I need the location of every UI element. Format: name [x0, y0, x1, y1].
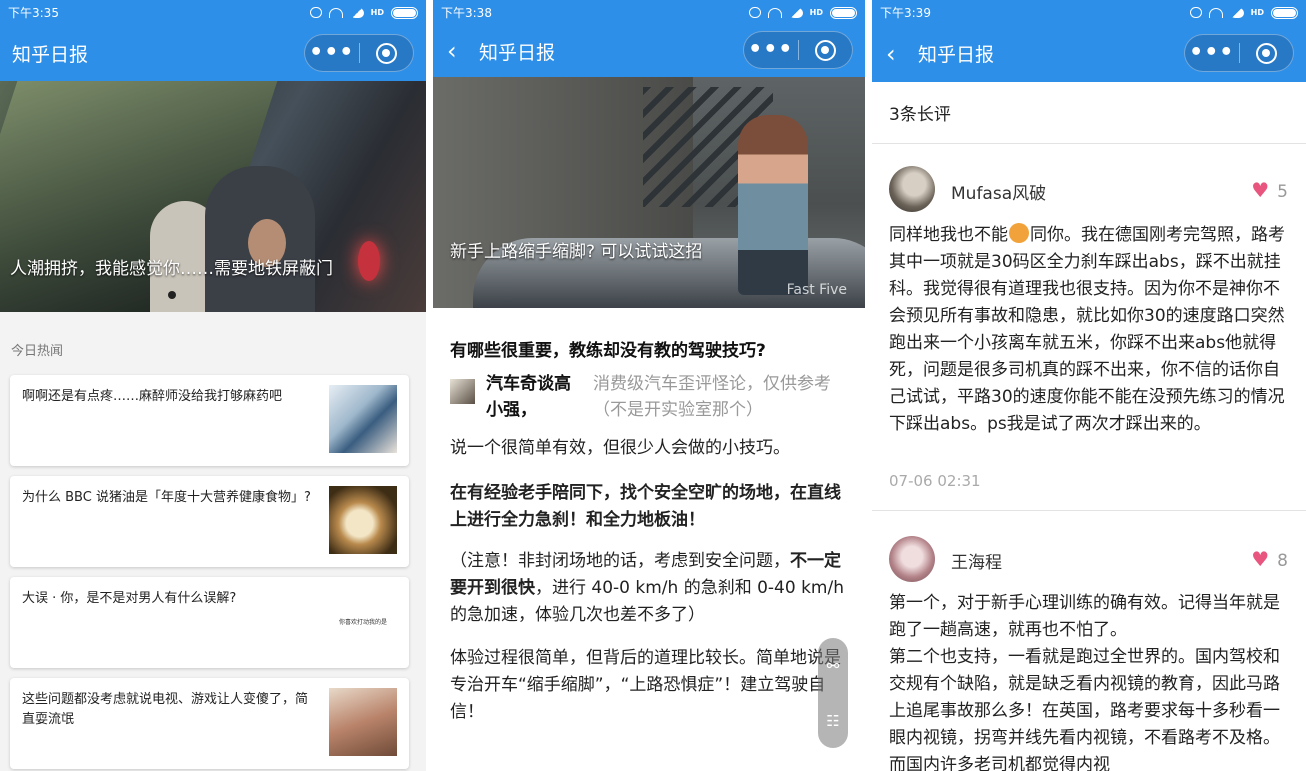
paragraph: 说一个很简单有效，但很少人会做的小技巧。 — [450, 438, 790, 458]
hero-banner[interactable]: 人潮拥挤，我能感觉你……需要地铁屏蔽门 — [0, 81, 426, 312]
thumbnail-image — [329, 486, 397, 554]
thumbnail-image — [329, 385, 397, 453]
author-row: 汽车奇谈高小强， 消费级汽车歪评怪论，仅供参考（不是开实验室那个） — [450, 371, 865, 425]
hd-icon: HD — [809, 7, 823, 17]
list-item[interactable]: 为什么 BBC 说猪油是「年度十大营养健康食物」? — [10, 476, 409, 567]
like-count[interactable]: ♥ 8 — [1251, 547, 1288, 571]
status-time: 下午3:35 — [8, 6, 59, 20]
hero-caption: 新手上路缩手缩脚? 可以试试这招 — [450, 242, 703, 262]
paragraph-bold: 在有经验老手陪同下，找个安全空旷的场地，在直线上进行全力急刹！和全力地板油！ — [450, 483, 841, 530]
more-menu-icon[interactable]: ••• — [305, 42, 359, 64]
battery-icon — [1271, 6, 1298, 19]
author-bio: 消费级汽车歪评怪论，仅供参考（不是开实验室那个） — [593, 374, 831, 420]
floating-toolbar[interactable]: ⚯ ☷ — [818, 638, 848, 748]
nav-bar: ‹ 知乎日报 ••• — [433, 25, 865, 77]
signal-icon — [788, 7, 803, 18]
avatar[interactable] — [889, 536, 935, 582]
alarm-icon — [309, 7, 322, 18]
commenter-name[interactable]: Mufasa风破 — [951, 179, 1046, 204]
screen-home: 下午3:35 HD 知乎日报 ••• 人潮拥挤，我能感觉你……需要地铁屏蔽门 今… — [0, 0, 426, 771]
comment-time: 07-06 02:31 — [889, 472, 981, 490]
thumbnail-image — [329, 688, 397, 756]
back-arrow-icon[interactable]: ‹ — [447, 39, 467, 63]
nav-title: 知乎日报 — [479, 41, 556, 64]
back-arrow-icon[interactable]: ‹ — [886, 42, 906, 66]
miniprogram-capsule: ••• — [1184, 34, 1294, 72]
comment-body: 同样地我也不能 同你。我在德国刚考完驾照，路考其中一项就是30码区全力刹车踩出ab… — [889, 223, 1285, 434]
battery-icon — [830, 6, 857, 19]
comment-item: 王海程 ♥ 8 第一个，对于新手心理训练的确有效。记得当年就是跑了一趟高速，就再也… — [872, 511, 1306, 771]
comment-item: Mufasa风破 ♥ 5 同样地我也不能 同你。我在德国刚考完驾照，路考其中一项就是… — [872, 144, 1306, 510]
status-time: 下午3:38 — [441, 6, 492, 20]
list-item[interactable]: 这些问题都没考虑就说电视、游戏让人变傻了，简直耍流氓 — [10, 678, 409, 769]
paragraph-note: （注意！非封闭场地的话，考虑到安全问题，不一定要开到很快，进行 40-0 km/… — [450, 551, 844, 625]
wifi-icon — [328, 7, 343, 18]
nav-title: 知乎日报 — [12, 43, 89, 66]
screen-article: 下午3:38 HD ‹ 知乎日报 ••• 新手上路缩手缩脚? 可以试试这招 Fa… — [433, 0, 865, 771]
battery-icon — [391, 6, 418, 19]
close-miniprogram-icon[interactable] — [360, 42, 414, 64]
alarm-icon — [748, 7, 761, 18]
miniprogram-capsule: ••• — [743, 31, 853, 69]
status-bar: 下午3:38 HD — [433, 0, 865, 25]
status-bar: 下午3:39 HD — [872, 0, 1306, 25]
comment-body: 第一个，对于新手心理训练的确有效。记得当年就是跑了一趟高速，就再也不怕了。 第二… — [889, 593, 1280, 771]
nav-bar: 知乎日报 ••• — [0, 25, 426, 81]
paragraph: 体验过程很简单，但背后的道理比较长。简单地说是专治开车“缩手缩脚”，“上路恐惧症… — [450, 648, 841, 722]
hd-icon: HD — [370, 7, 384, 17]
commenter-name[interactable]: 王海程 — [951, 548, 1002, 573]
heart-icon: ♥ — [1251, 547, 1270, 571]
section-label: 今日热闻 — [11, 344, 64, 359]
long-review-count: 3条长评 — [889, 105, 951, 125]
hero-caption: 人潮拥挤，我能感觉你……需要地铁屏蔽门 — [10, 259, 333, 279]
wifi-icon — [767, 7, 782, 18]
list-item[interactable]: 大误 · 你，是不是对男人有什么误解? 你喜欢打动我的是 — [10, 577, 409, 668]
list-item[interactable]: 啊啊还是有点疼……麻醉师没给我打够麻药吧 — [10, 375, 409, 466]
thumbnail-image: 你喜欢打动我的是 — [329, 587, 397, 655]
avatar[interactable] — [889, 166, 935, 212]
carousel-dot[interactable] — [168, 291, 176, 299]
nav-bar: ‹ 知乎日报 ••• — [872, 25, 1306, 82]
more-menu-icon[interactable]: ••• — [744, 39, 798, 61]
hd-icon: HD — [1250, 7, 1264, 17]
wifi-icon — [1208, 7, 1223, 18]
signal-icon — [1229, 7, 1244, 18]
avatar[interactable] — [450, 379, 475, 404]
close-miniprogram-icon[interactable] — [799, 39, 853, 61]
dog-emoji-icon — [1009, 223, 1029, 243]
like-count[interactable]: ♥ 5 — [1251, 178, 1288, 202]
signal-icon — [349, 7, 364, 18]
author-name: 汽车奇谈高小强， — [486, 374, 571, 420]
article-header-image: 新手上路缩手缩脚? 可以试试这招 Fast Five — [433, 77, 865, 308]
miniprogram-capsule: ••• — [304, 34, 414, 72]
heart-icon: ♥ — [1251, 178, 1270, 202]
question-title: 有哪些很重要，教练却没有教的驾驶技巧? — [450, 341, 766, 361]
more-menu-icon[interactable]: ••• — [1185, 42, 1239, 64]
menu-icon[interactable]: ☷ — [826, 712, 839, 730]
screen-comments: 下午3:39 HD ‹ 知乎日报 ••• 3条长评 Mufasa风破 ♥ 5 同样… — [872, 0, 1306, 771]
status-bar: 下午3:35 HD — [0, 0, 426, 25]
nav-title: 知乎日报 — [918, 44, 995, 66]
status-time: 下午3:39 — [880, 6, 931, 20]
close-miniprogram-icon[interactable] — [1240, 42, 1294, 64]
share-icon[interactable]: ⚯ — [827, 657, 840, 675]
image-watermark: Fast Five — [786, 282, 847, 298]
alarm-icon — [1189, 7, 1202, 18]
